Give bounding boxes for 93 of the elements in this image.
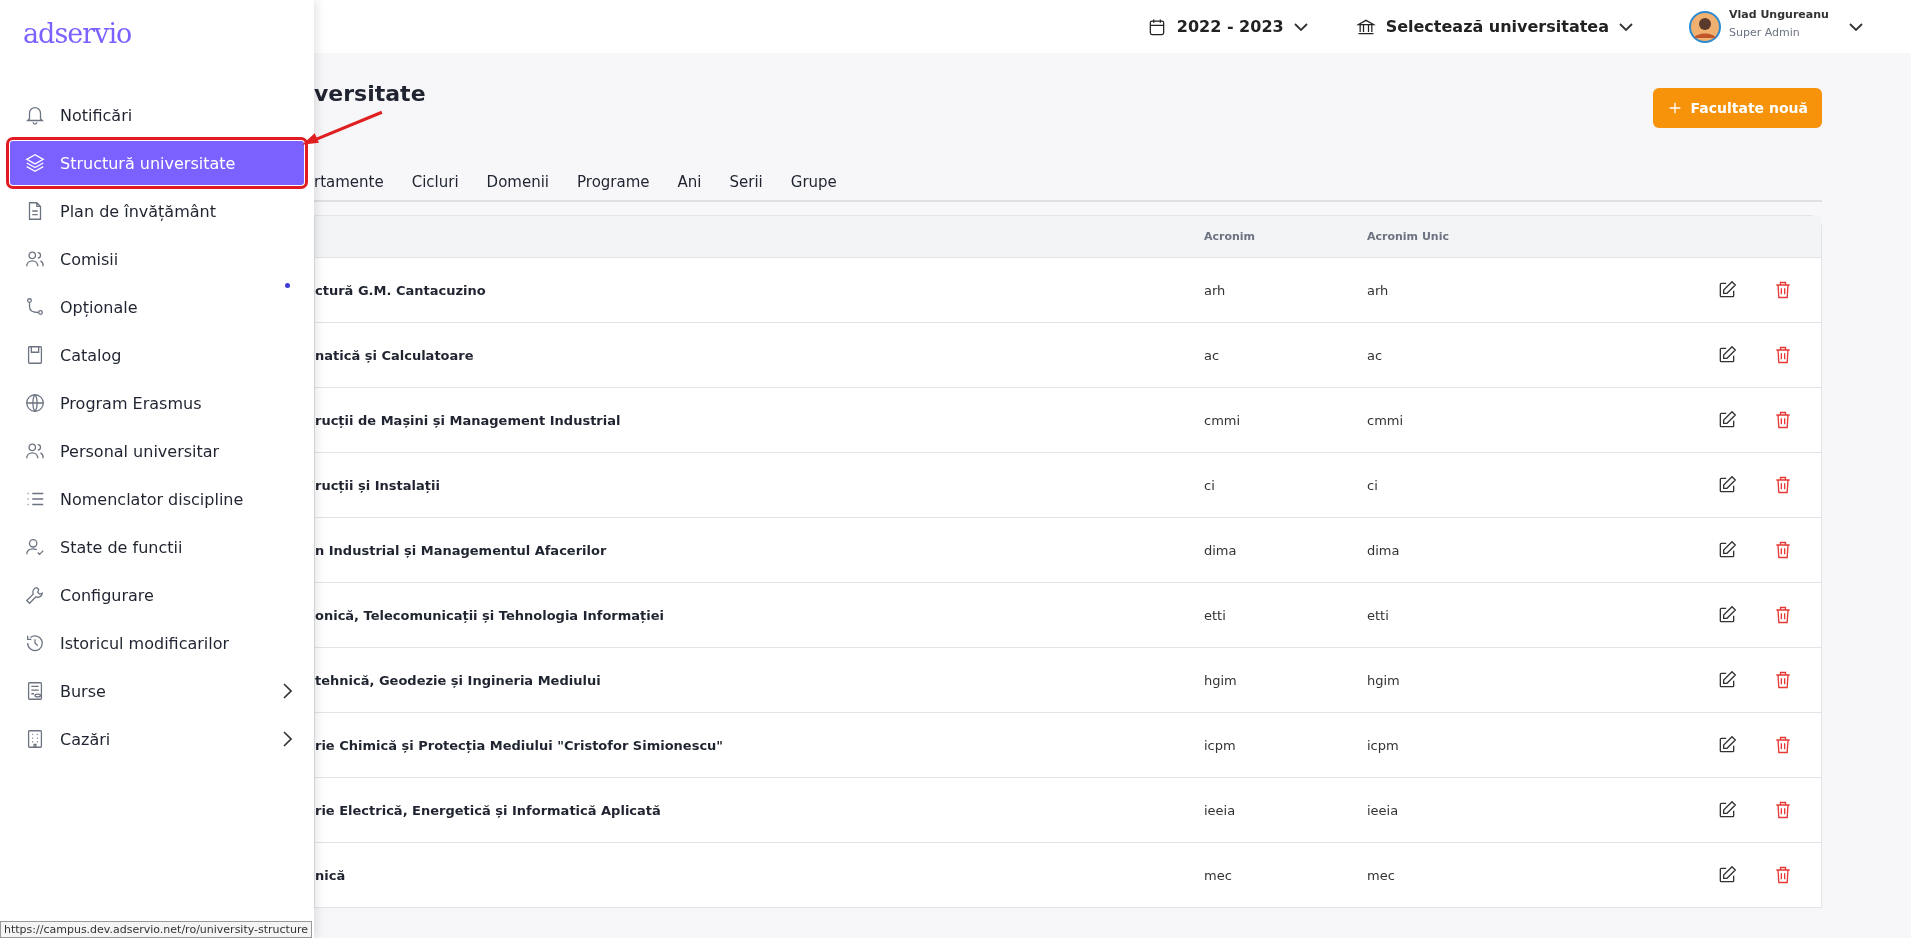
table-cell-text: tehnică, Geodezie și Ingineria Mediului xyxy=(315,672,602,688)
indicator-dot xyxy=(285,283,290,288)
table-cell-text: ci xyxy=(1367,477,1379,493)
column-header: Acronim xyxy=(1204,230,1257,243)
tab[interactable]: rtamente xyxy=(314,173,384,191)
chevron-down-icon xyxy=(1293,22,1308,31)
edit-icon[interactable] xyxy=(1717,475,1737,495)
table-cell-text: etti xyxy=(1204,607,1227,623)
tab[interactable]: Domenii xyxy=(486,173,550,191)
edit-icon[interactable] xyxy=(1717,865,1737,885)
table-cell-text: dima xyxy=(1367,542,1401,558)
table-cell-text: natică și Calculatoare xyxy=(315,347,475,363)
table-cell-text: ac xyxy=(1204,347,1221,363)
table-cell-text: onică, Telecomunicații și Tehnologia Informației xyxy=(315,607,665,623)
logo[interactable]: adservio xyxy=(0,0,132,49)
menu-item-icon xyxy=(24,296,46,318)
tab[interactable]: Serii xyxy=(729,173,763,191)
table-cell-text: hgim xyxy=(1367,672,1401,688)
sidebar-item[interactable]: Personal universitar xyxy=(10,429,304,473)
sidebar-item[interactable]: Plan de învățământ xyxy=(10,189,304,233)
sidebar-item[interactable]: Catalog xyxy=(10,333,304,377)
table-cell-text: icpm xyxy=(1204,737,1237,753)
table-cell-text: ci xyxy=(1204,477,1216,493)
table-cell-text: nică xyxy=(315,867,347,883)
sidebar-item[interactable]: Notificări xyxy=(10,93,304,137)
delete-icon[interactable] xyxy=(1773,605,1793,625)
university-selector[interactable]: Selectează universitatea xyxy=(1355,16,1633,37)
edit-icon[interactable] xyxy=(1717,735,1737,755)
delete-icon[interactable] xyxy=(1773,540,1793,560)
table-cell-text: rie Electrică, Energetică și Informatică Aplicată xyxy=(315,802,662,818)
edit-icon[interactable] xyxy=(1717,280,1737,300)
delete-icon[interactable] xyxy=(1773,865,1793,885)
table-cell-text: rucții și Instalații xyxy=(315,477,441,493)
table-cell-text: cmmi xyxy=(1367,412,1405,428)
delete-icon[interactable] xyxy=(1773,735,1793,755)
menu-item-icon xyxy=(24,632,46,654)
tab[interactable]: Ani xyxy=(677,173,702,191)
table-cell-text: arh xyxy=(1204,282,1227,298)
menu-item-icon xyxy=(24,536,46,558)
menu-item-icon xyxy=(24,584,46,606)
menu-item-icon xyxy=(24,104,46,126)
table-cell-text: ieeia xyxy=(1204,802,1237,818)
sidebar-item[interactable]: Nomenclator discipline xyxy=(10,477,304,521)
table-cell-text: arh xyxy=(1367,282,1390,298)
chevron-right-icon xyxy=(283,683,292,699)
chevron-down-icon xyxy=(1619,22,1633,31)
sidebar-item[interactable]: State de functii xyxy=(10,525,304,569)
edit-icon[interactable] xyxy=(1717,670,1737,690)
tab[interactable]: Cicluri xyxy=(411,173,459,191)
sidebar-item[interactable]: Opționale xyxy=(10,285,304,329)
table-cell-text: n Industrial și Managementul Afacerilor xyxy=(315,542,608,558)
table-cell-text: ac xyxy=(1367,347,1384,363)
sidebar-item[interactable]: Istoricul modificarilor xyxy=(10,621,304,665)
table-cell-text: icpm xyxy=(1367,737,1400,753)
table-cell-text: ctură G.M. Cantacuzino xyxy=(315,282,487,298)
delete-icon[interactable] xyxy=(1773,475,1793,495)
column-header: Acronim Unic xyxy=(1367,230,1450,243)
sidebar-item[interactable]: Burse xyxy=(10,669,304,713)
edit-icon[interactable] xyxy=(1717,605,1737,625)
status-url: https://campus.dev.adservio.net/ro/university-structure xyxy=(0,921,312,938)
delete-icon[interactable] xyxy=(1773,345,1793,365)
menu-item-icon xyxy=(24,152,46,174)
delete-icon[interactable] xyxy=(1773,800,1793,820)
edit-icon[interactable] xyxy=(1717,345,1737,365)
avatar[interactable] xyxy=(1689,10,1721,43)
edit-icon[interactable] xyxy=(1717,410,1737,430)
table-cell-text: rucții de Mașini și Management Industrial xyxy=(315,412,622,428)
table-cell-text: cmmi xyxy=(1204,412,1242,428)
table-cell-text: ieeia xyxy=(1367,802,1400,818)
year-selector[interactable]: 2022 - 2023 xyxy=(1146,16,1308,37)
sidebar-item[interactable]: Configurare xyxy=(10,573,304,617)
edit-icon[interactable] xyxy=(1717,540,1737,560)
table-cell-text: rie Chimică și Protecția Mediului "Cristofor Simionescu" xyxy=(315,737,725,753)
table-cell-text: dima xyxy=(1204,542,1238,558)
delete-icon[interactable] xyxy=(1773,410,1793,430)
sidebar-item[interactable]: Program Erasmus xyxy=(10,381,304,425)
edit-icon[interactable] xyxy=(1717,800,1737,820)
tab[interactable]: Grupe xyxy=(790,173,837,191)
table-cell-text: etti xyxy=(1367,607,1390,623)
user-role: Super Admin xyxy=(1729,25,1801,39)
table-cell-text: mec xyxy=(1204,867,1233,883)
sidebar-item[interactable]: Comisii xyxy=(10,237,304,281)
delete-icon[interactable] xyxy=(1773,670,1793,690)
sidebar-item[interactable]: Cazări xyxy=(10,717,304,761)
user-name: Vlad Ungureanu xyxy=(1729,8,1830,22)
tab[interactable]: Programe xyxy=(577,173,650,191)
chevron-right-icon xyxy=(283,731,292,747)
table-cell-text: hgim xyxy=(1204,672,1238,688)
table-cell-text: mec xyxy=(1367,867,1396,883)
page-title: versitate xyxy=(314,81,426,106)
menu-item-icon xyxy=(24,392,46,414)
chevron-down-icon[interactable] xyxy=(1849,22,1863,31)
delete-icon[interactable] xyxy=(1773,280,1793,300)
